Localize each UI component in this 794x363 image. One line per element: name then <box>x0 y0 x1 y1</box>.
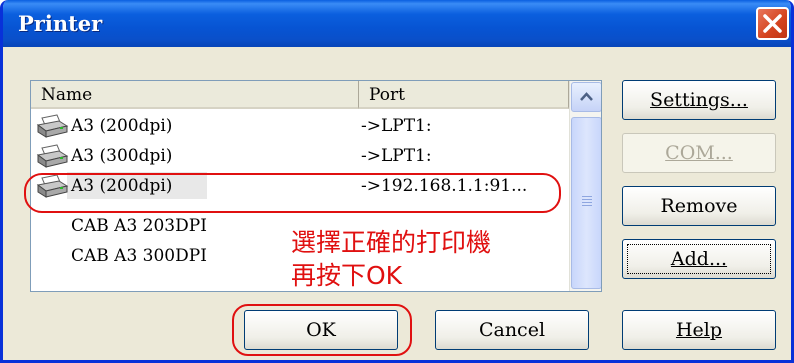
chevron-up-icon <box>580 92 593 101</box>
printer-name: CAB A3 300DPI <box>71 246 207 266</box>
remove-label: Remove <box>660 195 738 217</box>
annotation-line-1: 選擇正確的打印機 <box>291 228 492 257</box>
close-button[interactable] <box>756 7 789 40</box>
grip-icon <box>582 196 592 208</box>
column-header-name[interactable]: Name <box>31 81 359 109</box>
title-bar[interactable]: Printer <box>3 0 791 47</box>
settings-button[interactable]: Settings... <box>622 80 776 120</box>
printer-port: ->LPT1: <box>361 116 432 136</box>
printer-name: A3 (200dpi) <box>71 116 173 136</box>
add-button[interactable]: Add... <box>622 239 776 279</box>
ok-button[interactable]: OK <box>244 310 398 350</box>
com-button[interactable]: COM... <box>622 133 776 173</box>
printer-port: ->LPT1: <box>361 146 432 166</box>
printer-name: CAB A3 203DPI <box>71 216 207 236</box>
printer-dialog: Printer Name Port A3 (200dpi) ->LPT1: A3… <box>0 0 794 363</box>
settings-label: Settings... <box>650 89 748 111</box>
vertical-scrollbar[interactable] <box>569 81 601 291</box>
printer-icon <box>36 144 69 168</box>
remove-button[interactable]: Remove <box>622 186 776 226</box>
annotation-line-2: 再按下OK <box>291 261 403 290</box>
window-title: Printer <box>18 11 103 36</box>
help-label: Help <box>675 319 723 341</box>
cancel-label: Cancel <box>478 319 546 341</box>
column-header-port[interactable]: Port <box>359 81 569 109</box>
printer-icon <box>36 114 69 138</box>
scroll-thumb[interactable] <box>571 117 601 289</box>
list-item[interactable]: A3 (300dpi) ->LPT1: <box>31 141 569 171</box>
help-button[interactable]: Help <box>622 310 776 350</box>
close-icon <box>763 14 782 33</box>
scroll-up-button[interactable] <box>571 82 601 112</box>
annotation-text: 選擇正確的打印機 再按下OK <box>291 226 491 292</box>
printer-name: A3 (300dpi) <box>71 146 173 166</box>
list-item[interactable]: A3 (200dpi) ->LPT1: <box>31 111 569 141</box>
printer-name: A3 (200dpi) <box>71 176 173 196</box>
ok-label: OK <box>306 319 336 341</box>
cancel-button[interactable]: Cancel <box>435 310 589 350</box>
focus-rect <box>627 244 771 274</box>
com-label: COM... <box>665 142 733 164</box>
